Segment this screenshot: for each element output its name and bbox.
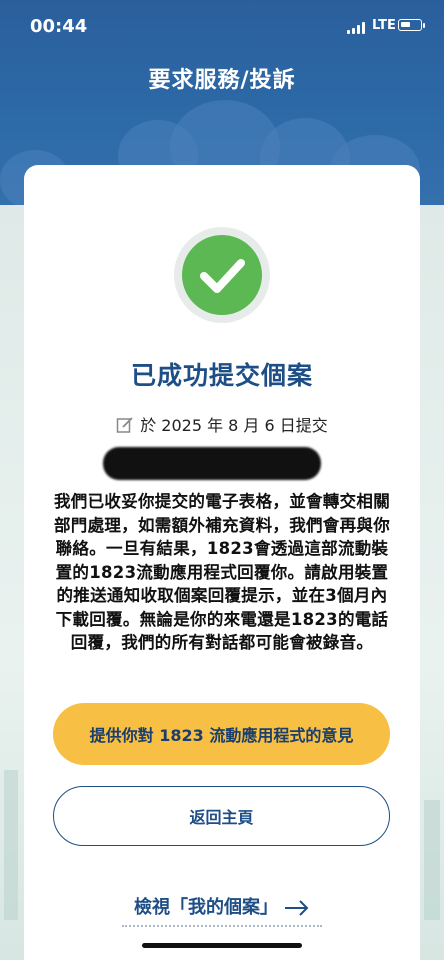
feedback-button[interactable]: 提供你對 1823 流動應用程式的意見 [53,703,390,765]
submission-date-row: 於 2025 年 8 月 6 日提交 [0,412,444,438]
status-bar: 00:44 LTE [0,0,444,54]
edit-icon [116,416,134,438]
redacted-case-number [103,447,321,480]
my-cases-label: 檢視「我的個案」 [134,897,278,918]
checkmark-icon [182,235,262,315]
my-cases-link[interactable]: 檢視「我的個案」 [0,893,444,922]
network-type: LTE [372,18,396,33]
status-time: 00:44 [30,16,88,37]
submission-date: 於 2025 年 8 月 6 日提交 [140,416,328,435]
battery-icon [398,19,425,31]
home-button[interactable]: 返回主頁 [53,786,390,846]
arrow-right-icon [284,899,310,922]
success-title: 已成功提交個案 [130,361,313,390]
link-underline [122,925,322,927]
confirmation-message: 我們已收妥你提交的電子表格，並會轉交相關部門處理，如需額外補充資料，我們會再與你… [54,492,390,652]
signal-icon [347,22,367,34]
home-indicator[interactable] [142,943,302,948]
page-title: 要求服務/投訴 [148,68,296,93]
